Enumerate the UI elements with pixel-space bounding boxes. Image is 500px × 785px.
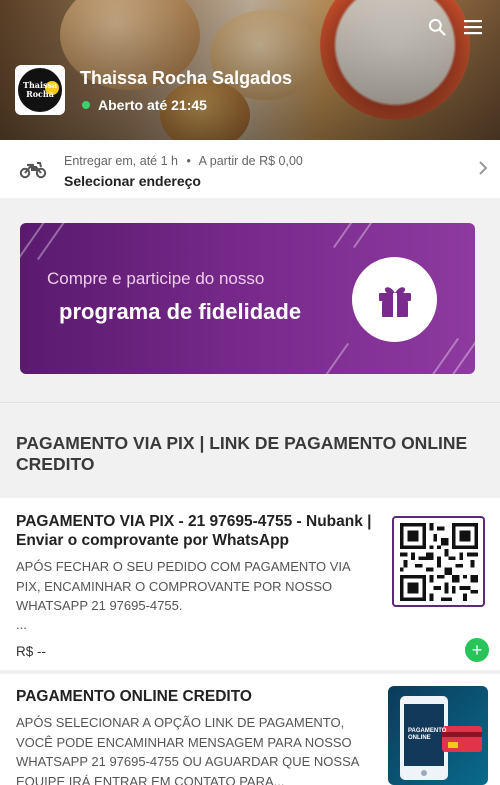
open-status: Aberto até 21:45: [82, 97, 207, 113]
delivery-prefix: Entregar em,: [64, 154, 137, 168]
store-header: Thaissa Rocha Thaissa Rocha Salgados Abe…: [0, 0, 500, 140]
motorcycle-icon: [19, 158, 47, 185]
store-logo: Thaissa Rocha: [15, 65, 65, 115]
product-description-ellipsis: ...: [16, 617, 27, 632]
product-card-online-credit[interactable]: PAGAMENTO ONLINE CREDITO APÓS SELECIONAR…: [0, 674, 500, 785]
menu-icon[interactable]: [462, 16, 484, 38]
add-to-cart-button[interactable]: +: [465, 638, 489, 662]
delivery-address-selector[interactable]: Entregar em, até 1 h • A partir de R$ 0,…: [0, 140, 500, 198]
online-payment-image: PAGAMENTO ONLINE: [388, 686, 488, 785]
select-address-label: Selecionar endereço: [64, 173, 201, 189]
open-status-text: Aberto até 21:45: [98, 97, 207, 113]
category-title: PAGAMENTO VIA PIX | LINK DE PAGAMENTO ON…: [16, 433, 468, 474]
logo-text: Thaissa Rocha: [23, 80, 58, 99]
delivery-time: até 1 h: [139, 154, 178, 168]
product-description: APÓS FECHAR O SEU PEDIDO COM PAGAMENTO V…: [16, 559, 350, 613]
product-card-pix[interactable]: PAGAMENTO VIA PIX - 21 97695-4755 - Nuba…: [0, 498, 500, 670]
product-price: R$ --: [16, 644, 46, 659]
banner-line-2: programa de fidelidade: [59, 299, 302, 324]
status-dot-icon: [82, 101, 90, 109]
product-title: PAGAMENTO VIA PIX - 21 97695-4755 - Nuba…: [16, 513, 372, 549]
qr-code-image: [392, 516, 485, 607]
delivery-bullet: •: [186, 154, 191, 168]
search-icon[interactable]: [426, 16, 448, 38]
product-title: PAGAMENTO ONLINE CREDITO: [16, 688, 252, 705]
chevron-right-icon: [478, 160, 488, 181]
online-image-text: PAGAMENTO ONLINE: [408, 728, 447, 741]
store-name: Thaissa Rocha Salgados: [80, 68, 293, 88]
section-divider: [0, 402, 500, 403]
banner-line-1: Compre e participe do nosso: [47, 269, 265, 288]
loyalty-program-banner[interactable]: Compre e participe do nosso programa de …: [20, 223, 475, 374]
gift-icon: [352, 257, 437, 342]
delivery-min-price: A partir de R$ 0,00: [198, 154, 303, 168]
delivery-info: Entregar em, até 1 h • A partir de R$ 0,…: [64, 154, 303, 168]
product-description: APÓS SELECIONAR A OPÇÃO LINK DE PAGAMENT…: [16, 715, 359, 785]
